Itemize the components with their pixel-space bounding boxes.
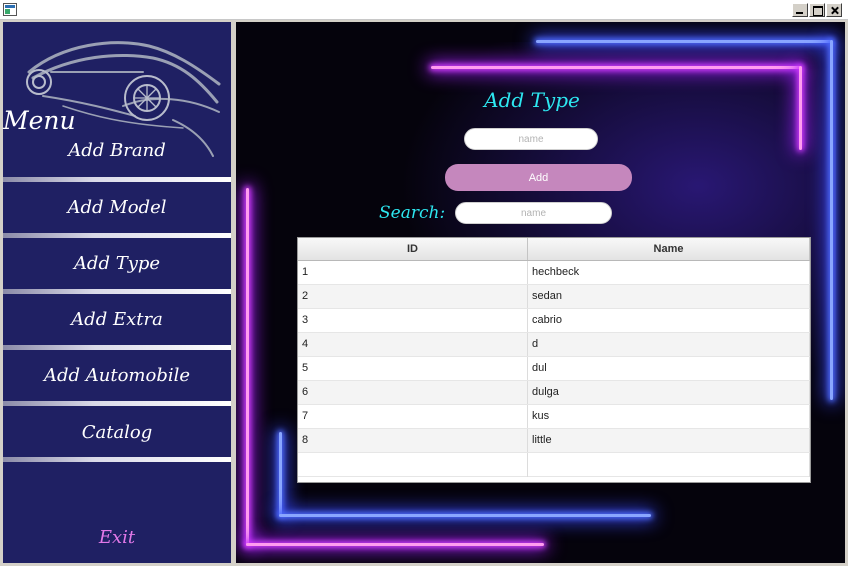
cell-id: 5: [298, 357, 528, 380]
table-row[interactable]: 5 dul: [298, 357, 810, 381]
table-row[interactable]: 7 kus: [298, 405, 810, 429]
cell-id: 8: [298, 429, 528, 452]
cell-name: cabrio: [528, 309, 810, 332]
empty-cell: [528, 453, 810, 477]
cell-id: 3: [298, 309, 528, 332]
column-header-id[interactable]: ID: [298, 238, 528, 260]
sidebar-item-add-model[interactable]: Add Model: [3, 182, 231, 234]
table-body: 1 hechbeck 2 sedan 3 cabrio 4d 5 dul 6 dulga …: [298, 261, 810, 477]
sidebar-divider: [3, 457, 231, 462]
table-row[interactable]: 3 cabrio: [298, 309, 810, 333]
maximize-icon[interactable]: [809, 3, 825, 17]
cell-name: d: [528, 333, 810, 356]
empty-cell: [298, 453, 528, 477]
neon-line: [279, 432, 282, 516]
window-titlebar: [0, 0, 848, 20]
main-panel: Add Type Add Search: ID Name 1hechbeck 2…: [236, 22, 845, 563]
neon-line: [799, 66, 802, 150]
sidebar-divider: [3, 401, 231, 406]
table-row[interactable]: 6 dulga: [298, 381, 810, 405]
sidebar-item-add-type[interactable]: Add Type: [3, 238, 231, 290]
neon-line: [279, 514, 651, 517]
sidebar: Menu Add Brand Add Model Add Type Add Ex…: [3, 22, 231, 563]
cell-id: 6: [298, 381, 528, 404]
table-row[interactable]: 4d: [298, 333, 810, 357]
neon-line: [536, 40, 832, 43]
sidebar-item-label: Add Model: [67, 197, 167, 218]
minimize-icon[interactable]: [792, 3, 808, 17]
cell-name: dulga: [528, 381, 810, 404]
sidebar-item-catalog[interactable]: Catalog: [3, 407, 231, 459]
neon-line: [246, 543, 544, 546]
neon-line: [431, 66, 801, 69]
types-table: ID Name 1 hechbeck 2 sedan 3 cabrio 4d 5 dul…: [297, 237, 811, 483]
cell-name: little: [528, 429, 810, 452]
cell-id: 7: [298, 405, 528, 428]
add-button[interactable]: Add: [445, 164, 632, 191]
neon-line: [830, 40, 833, 400]
table-header: ID Name: [298, 238, 810, 261]
java-app-icon: [3, 3, 17, 16]
cell-name: sedan: [528, 285, 810, 308]
page-title: Add Type: [484, 88, 580, 112]
cell-id: 4: [298, 333, 528, 356]
table-row[interactable]: 2 sedan: [298, 285, 810, 309]
search-input[interactable]: [455, 202, 612, 224]
sidebar-item-label: Add Extra: [71, 309, 163, 330]
name-input[interactable]: [464, 128, 598, 150]
cell-id: 1: [298, 261, 528, 284]
sidebar-item-label: Catalog: [81, 422, 153, 443]
cell-name: kus: [528, 405, 810, 428]
sidebar-item-label: Add Automobile: [43, 365, 191, 386]
close-icon[interactable]: [826, 3, 842, 17]
cell-name: dul: [528, 357, 810, 380]
sidebar-item-add-brand[interactable]: Add Brand: [3, 125, 231, 177]
column-header-name[interactable]: Name: [528, 238, 810, 260]
cell-id: 2: [298, 285, 528, 308]
sidebar-item-label: Add Brand: [68, 140, 166, 161]
search-label: Search:: [379, 203, 446, 223]
table-row[interactable]: 8 little: [298, 429, 810, 453]
empty-table-row: [298, 453, 810, 477]
table-row[interactable]: 1 hechbeck: [298, 261, 810, 285]
sidebar-item-add-automobile[interactable]: Add Automobile: [3, 350, 231, 402]
sidebar-item-label: Add Type: [73, 253, 161, 274]
exit-button[interactable]: Exit: [3, 527, 231, 548]
neon-line: [246, 188, 249, 546]
cell-name: hechbeck: [528, 261, 810, 284]
sidebar-item-add-extra[interactable]: Add Extra: [3, 294, 231, 346]
